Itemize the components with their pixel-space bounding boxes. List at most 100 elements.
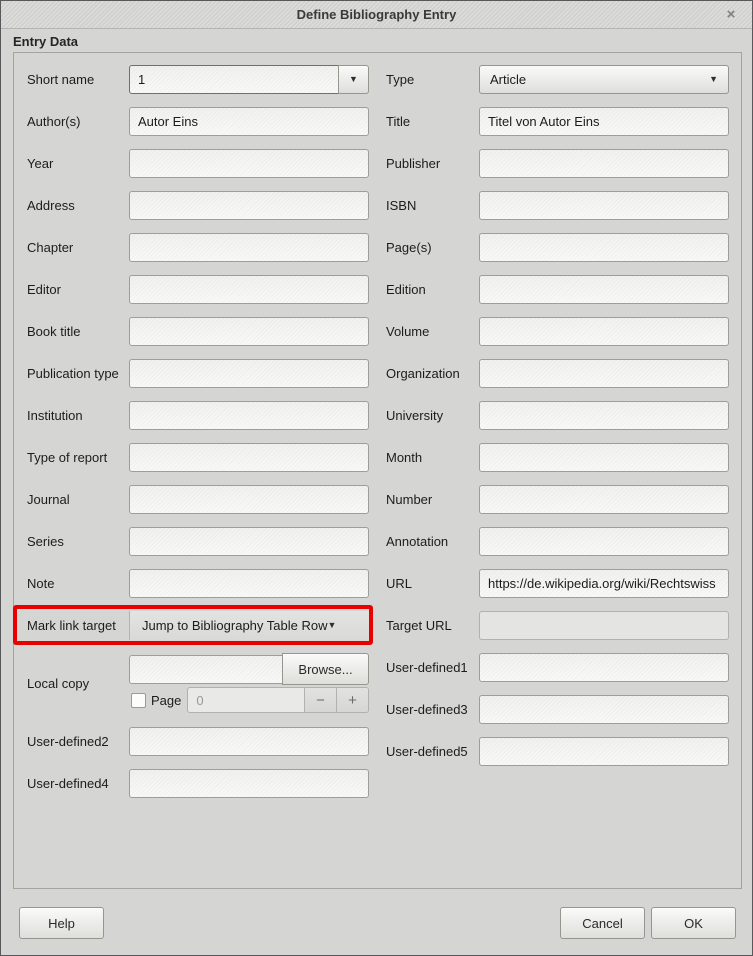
university-label: University	[386, 408, 479, 423]
local-copy-content: Browse... Page 0 − +	[129, 653, 369, 713]
user-defined2-input[interactable]	[129, 727, 369, 756]
user-defined2-row: User-defined2	[27, 727, 369, 756]
organization-input[interactable]	[479, 359, 729, 388]
year-label: Year	[27, 156, 129, 171]
isbn-input[interactable]	[479, 191, 729, 220]
page-checkbox[interactable]	[131, 693, 146, 708]
publisher-input[interactable]	[479, 149, 729, 178]
month-label: Month	[386, 450, 479, 465]
title-row: Title	[386, 107, 729, 136]
month-row: Month	[386, 443, 729, 472]
type-label: Type	[386, 72, 479, 87]
type-of-report-input[interactable]	[129, 443, 369, 472]
user-defined3-label: User-defined3	[386, 702, 479, 717]
page-spinner: 0 − +	[187, 687, 369, 713]
short-name-input[interactable]	[129, 65, 339, 94]
isbn-row: ISBN	[386, 191, 729, 220]
mark-link-target-dropdown[interactable]: Jump to Bibliography Table Row ▼	[129, 611, 369, 640]
editor-input[interactable]	[129, 275, 369, 304]
address-row: Address	[27, 191, 369, 220]
author-label: Author(s)	[27, 114, 129, 129]
publisher-row: Publisher	[386, 149, 729, 178]
user-defined3-row: User-defined3	[386, 695, 729, 724]
ok-button[interactable]: OK	[651, 907, 736, 939]
user-defined4-label: User-defined4	[27, 776, 129, 791]
number-row: Number	[386, 485, 729, 514]
type-row: Type Article ▼	[386, 65, 729, 94]
user-defined1-input[interactable]	[479, 653, 729, 682]
number-input[interactable]	[479, 485, 729, 514]
close-icon: ×	[727, 6, 736, 23]
book-title-label: Book title	[27, 324, 129, 339]
organization-label: Organization	[386, 366, 479, 381]
short-name-label: Short name	[27, 72, 129, 87]
chapter-input[interactable]	[129, 233, 369, 262]
entry-data-group-label: Entry Data	[13, 34, 78, 49]
help-button[interactable]: Help	[19, 907, 104, 939]
local-copy-row: Local copy Browse... Page 0 −	[27, 653, 369, 713]
title-label: Title	[386, 114, 479, 129]
page-increment-button[interactable]: +	[336, 688, 368, 712]
series-label: Series	[27, 534, 129, 549]
title-input[interactable]	[479, 107, 729, 136]
year-input[interactable]	[129, 149, 369, 178]
page-row: Page 0 − +	[129, 687, 369, 713]
journal-row: Journal	[27, 485, 369, 514]
close-button[interactable]: ×	[720, 1, 742, 28]
author-input[interactable]	[129, 107, 369, 136]
target-url-row: Target URL	[386, 611, 729, 640]
user-defined3-input[interactable]	[479, 695, 729, 724]
url-input[interactable]	[479, 569, 729, 598]
user-defined5-row: User-defined5	[386, 737, 729, 766]
month-input[interactable]	[479, 443, 729, 472]
institution-label: Institution	[27, 408, 129, 423]
editor-label: Editor	[27, 282, 129, 297]
note-input[interactable]	[129, 569, 369, 598]
institution-input[interactable]	[129, 401, 369, 430]
short-name-dropdown-button[interactable]: ▼	[338, 65, 369, 94]
minus-icon: −	[316, 692, 325, 709]
type-of-report-label: Type of report	[27, 450, 129, 465]
pages-row: Page(s)	[386, 233, 729, 262]
user-defined1-label: User-defined1	[386, 660, 479, 675]
cancel-button[interactable]: Cancel	[560, 907, 645, 939]
pages-input[interactable]	[479, 233, 729, 262]
institution-row: Institution	[27, 401, 369, 430]
user-defined4-input[interactable]	[129, 769, 369, 798]
type-value: Article	[490, 72, 709, 87]
type-of-report-row: Type of report	[27, 443, 369, 472]
type-dropdown[interactable]: Article ▼	[479, 65, 729, 94]
url-row: URL	[386, 569, 729, 598]
edition-input[interactable]	[479, 275, 729, 304]
annotation-row: Annotation	[386, 527, 729, 556]
series-input[interactable]	[129, 527, 369, 556]
edition-label: Edition	[386, 282, 479, 297]
journal-input[interactable]	[129, 485, 369, 514]
publication-type-input[interactable]	[129, 359, 369, 388]
volume-input[interactable]	[479, 317, 729, 346]
organization-row: Organization	[386, 359, 729, 388]
target-url-label: Target URL	[386, 618, 479, 633]
book-title-input[interactable]	[129, 317, 369, 346]
user-defined2-label: User-defined2	[27, 734, 129, 749]
mark-link-target-value: Jump to Bibliography Table Row	[142, 618, 327, 633]
ok-button-label: OK	[684, 916, 703, 931]
annotation-input[interactable]	[479, 527, 729, 556]
local-copy-file-row: Browse...	[129, 653, 369, 685]
page-decrement-button[interactable]: −	[304, 688, 336, 712]
browse-button[interactable]: Browse...	[282, 653, 369, 685]
chevron-down-icon: ▼	[327, 621, 336, 630]
series-row: Series	[27, 527, 369, 556]
titlebar: Define Bibliography Entry ×	[1, 1, 752, 29]
user-defined5-input[interactable]	[479, 737, 729, 766]
chevron-down-icon: ▼	[709, 75, 718, 84]
mark-link-target-row: Mark link target Jump to Bibliography Ta…	[27, 611, 369, 640]
local-copy-input[interactable]	[129, 655, 283, 684]
author-row: Author(s)	[27, 107, 369, 136]
local-copy-label: Local copy	[27, 676, 129, 691]
page-spinner-value[interactable]: 0	[188, 688, 304, 712]
address-input[interactable]	[129, 191, 369, 220]
number-label: Number	[386, 492, 479, 507]
pages-label: Page(s)	[386, 240, 479, 255]
university-input[interactable]	[479, 401, 729, 430]
